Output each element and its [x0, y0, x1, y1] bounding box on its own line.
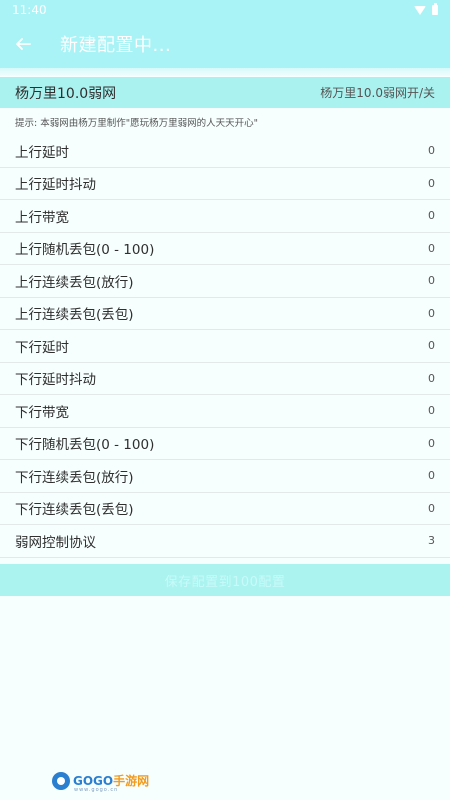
watermark-logo: GOGO手游网 www.gogo.cn — [52, 770, 149, 793]
setting-uplink-jitter[interactable]: 上行延时抖动 0 — [0, 167, 450, 200]
status-time: 11:40 — [12, 3, 47, 17]
setting-value: 0 — [428, 501, 435, 515]
app-bar-divider — [0, 68, 450, 76]
arrow-left-icon — [16, 38, 31, 50]
setting-value: 0 — [428, 306, 435, 320]
setting-label: 下行带宽 — [15, 404, 69, 421]
profile-header-row[interactable]: 杨万里10.0弱网 杨万里10.0弱网开/关 — [0, 77, 450, 108]
setting-label: 上行带宽 — [15, 209, 69, 226]
hint-text: 提示: 本弱网由杨万里制作"愿玩杨万里弱网的人天天开心" — [15, 118, 258, 129]
setting-downlink-jitter[interactable]: 下行延时抖动 0 — [0, 362, 450, 395]
setting-downlink-random-loss[interactable]: 下行随机丢包(0 - 100) 0 — [0, 427, 450, 460]
watermark-domain: www.gogo.cn — [74, 787, 119, 793]
setting-uplink-bandwidth[interactable]: 上行带宽 0 — [0, 200, 450, 233]
setting-value: 0 — [428, 339, 435, 353]
setting-downlink-burst-drop[interactable]: 下行连续丢包(丢包) 0 — [0, 492, 450, 525]
setting-uplink-delay[interactable]: 上行延时 0 — [0, 135, 450, 168]
setting-downlink-delay[interactable]: 下行延时 0 — [0, 330, 450, 363]
setting-label: 上行连续丢包(放行) — [15, 274, 134, 291]
settings-list: 上行延时 0 上行延时抖动 0 上行带宽 0 上行随机丢包(0 - 100) 0… — [0, 135, 450, 558]
setting-label: 上行随机丢包(0 - 100) — [15, 242, 155, 259]
setting-label: 下行连续丢包(丢包) — [15, 502, 134, 519]
watermark-brand-b: 手游网 — [113, 774, 150, 788]
setting-label: 下行延时抖动 — [15, 372, 96, 389]
setting-label: 上行连续丢包(丢包) — [15, 307, 134, 324]
setting-value: 0 — [428, 144, 435, 158]
setting-label: 弱网控制协议 — [15, 534, 96, 551]
setting-value: 0 — [428, 469, 435, 483]
profile-toggle[interactable]: 杨万里10.0弱网开/关 — [320, 84, 435, 101]
profile-name: 杨万里10.0弱网 — [15, 85, 117, 102]
setting-value: 0 — [428, 241, 435, 255]
save-config-button[interactable]: 保存配置到100配置 — [0, 564, 450, 596]
wifi-icon — [414, 5, 426, 15]
setting-label: 下行连续丢包(放行) — [15, 469, 134, 486]
setting-value: 0 — [428, 404, 435, 418]
battery-icon — [432, 3, 438, 15]
setting-downlink-burst-pass[interactable]: 下行连续丢包(放行) 0 — [0, 460, 450, 493]
setting-value: 0 — [428, 274, 435, 288]
watermark-brand: GOGO手游网 — [73, 775, 149, 787]
setting-value: 0 — [428, 436, 435, 450]
setting-control-protocol[interactable]: 弱网控制协议 3 — [0, 525, 450, 558]
watermark-brand-a: GOGO — [73, 774, 114, 788]
setting-value: 0 — [428, 209, 435, 223]
setting-downlink-bandwidth[interactable]: 下行带宽 0 — [0, 395, 450, 428]
setting-value: 3 — [428, 534, 435, 548]
gogo-logo-icon — [52, 772, 70, 790]
setting-uplink-burst-pass[interactable]: 上行连续丢包(放行) 0 — [0, 265, 450, 298]
setting-label: 上行延时抖动 — [15, 177, 96, 194]
setting-uplink-random-loss[interactable]: 上行随机丢包(0 - 100) 0 — [0, 232, 450, 265]
setting-value: 0 — [428, 176, 435, 190]
setting-value: 0 — [428, 371, 435, 385]
status-icons — [414, 3, 438, 15]
setting-label: 上行延时 — [15, 144, 69, 161]
setting-label: 下行随机丢包(0 - 100) — [15, 437, 155, 454]
setting-uplink-burst-drop[interactable]: 上行连续丢包(丢包) 0 — [0, 297, 450, 330]
back-button[interactable] — [0, 20, 46, 68]
setting-label: 下行延时 — [15, 339, 69, 356]
save-config-label: 保存配置到100配置 — [164, 574, 286, 590]
app-bar: 新建配置中... — [0, 20, 450, 68]
status-bar: 11:40 — [0, 0, 450, 20]
page-title: 新建配置中... — [60, 35, 172, 56]
